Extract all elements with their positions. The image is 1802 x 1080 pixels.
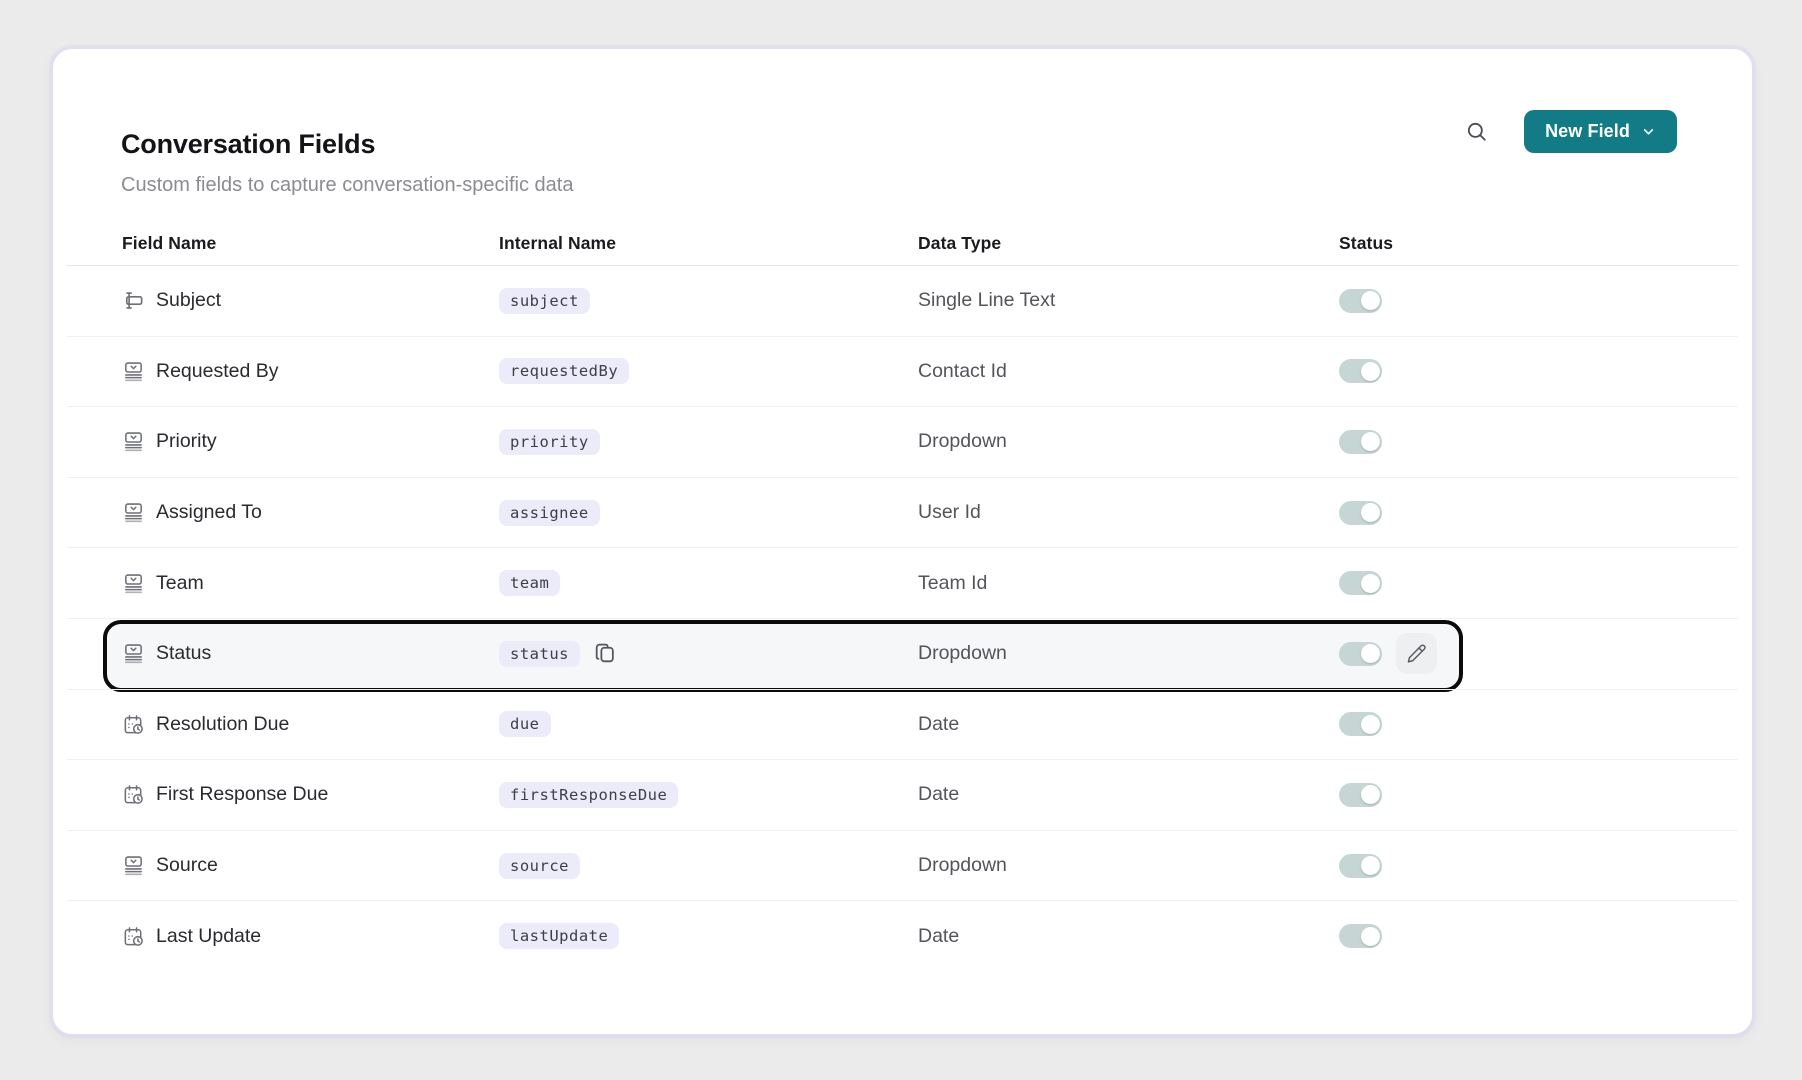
table-row-requestedBy[interactable]: Requested By requestedBy Contact Id (67, 336, 1738, 407)
table-row-assignee[interactable]: Assigned To assignee User Id (67, 477, 1738, 548)
field-name: Source (156, 854, 218, 877)
data-type: Contact Id (918, 360, 1339, 383)
data-type: Date (918, 783, 1339, 806)
field-name: Team (156, 572, 204, 595)
table-row-lastUpdate[interactable]: Last Update lastUpdate Date (67, 900, 1738, 971)
table-row-subject[interactable]: Subject subject Single Line Text (67, 265, 1738, 336)
internal-name-badge: due (499, 711, 551, 737)
table-row-priority[interactable]: Priority priority Dropdown (67, 406, 1738, 477)
status-toggle[interactable] (1339, 289, 1382, 313)
column-header-status: Status (1339, 233, 1738, 254)
new-field-label: New Field (1545, 121, 1630, 142)
table-row-due[interactable]: Resolution Due due Date (67, 689, 1738, 760)
data-type: Dropdown (918, 854, 1339, 877)
header-actions: New Field (1462, 109, 1677, 153)
column-header-data-type: Data Type (918, 233, 1339, 254)
data-type: Date (918, 925, 1339, 948)
internal-name-badge: assignee (499, 500, 600, 526)
edit-button[interactable] (1396, 633, 1437, 674)
field-name: Last Update (156, 925, 261, 948)
search-button[interactable] (1462, 109, 1490, 153)
toggle-knob (1361, 644, 1380, 663)
copy-icon (592, 641, 617, 666)
internal-name-badge: requestedBy (499, 358, 629, 384)
status-toggle[interactable] (1339, 501, 1382, 525)
field-name: Assigned To (156, 501, 262, 524)
title-block: Conversation Fields Custom fields to cap… (121, 129, 573, 197)
table-row-team[interactable]: Team team Team Id (67, 547, 1738, 618)
dropdown-icon (122, 854, 145, 877)
field-name: Subject (156, 289, 221, 312)
chevron-down-icon (1641, 124, 1656, 139)
page-title: Conversation Fields (121, 129, 573, 160)
internal-name-badge: lastUpdate (499, 923, 619, 949)
toggle-knob (1361, 362, 1380, 381)
field-name: Resolution Due (156, 713, 289, 736)
toggle-knob (1361, 715, 1380, 734)
status-toggle[interactable] (1339, 854, 1382, 878)
table-row-firstResponseDue[interactable]: First Response Due firstResponseDue Date (67, 759, 1738, 830)
toggle-knob (1361, 574, 1380, 593)
field-name: Requested By (156, 360, 279, 383)
internal-name-badge: subject (499, 288, 590, 314)
data-type: Single Line Text (918, 289, 1339, 312)
conversation-fields-card: Conversation Fields Custom fields to cap… (52, 48, 1753, 1035)
toggle-knob (1361, 291, 1380, 310)
status-toggle[interactable] (1339, 571, 1382, 595)
search-icon (1465, 120, 1488, 143)
status-toggle[interactable] (1339, 783, 1382, 807)
calendar-clock-icon (122, 713, 145, 736)
text-input-icon (122, 289, 145, 312)
field-name: Status (156, 642, 211, 665)
toggle-knob (1361, 503, 1380, 522)
toggle-knob (1361, 927, 1380, 946)
table-row-source[interactable]: Source source Dropdown (67, 830, 1738, 901)
status-toggle[interactable] (1339, 642, 1382, 666)
column-header-field-name: Field Name (122, 233, 499, 254)
table-body: Subject subject Single Line Text (67, 265, 1738, 971)
internal-name-badge: priority (499, 429, 600, 455)
internal-name-badge: team (499, 570, 560, 596)
data-type: Dropdown (918, 642, 1339, 665)
internal-name-badge: firstResponseDue (499, 782, 678, 808)
data-type: Dropdown (918, 430, 1339, 453)
dropdown-icon (122, 360, 145, 383)
status-toggle[interactable] (1339, 924, 1382, 948)
new-field-button[interactable]: New Field (1524, 110, 1677, 153)
column-header-internal-name: Internal Name (499, 233, 918, 254)
status-toggle[interactable] (1339, 712, 1382, 736)
status-toggle[interactable] (1339, 430, 1382, 454)
calendar-clock-icon (122, 783, 145, 806)
data-type: Team Id (918, 572, 1339, 595)
toggle-knob (1361, 785, 1380, 804)
calendar-clock-icon (122, 925, 145, 948)
fields-table: Field Name Internal Name Data Type Statu… (67, 221, 1738, 971)
toggle-knob (1361, 856, 1380, 875)
field-name: Priority (156, 430, 217, 453)
card-header: Conversation Fields Custom fields to cap… (53, 49, 1752, 197)
data-type: Date (918, 713, 1339, 736)
pencil-icon (1406, 643, 1427, 664)
internal-name-badge: status (499, 641, 580, 667)
internal-name-badge: source (499, 853, 580, 879)
dropdown-icon (122, 642, 145, 665)
page-subtitle: Custom fields to capture conversation-sp… (121, 174, 573, 197)
dropdown-icon (122, 572, 145, 595)
field-name: First Response Due (156, 783, 328, 806)
dropdown-icon (122, 430, 145, 453)
table-row-status[interactable]: Status status Dropdown (67, 618, 1738, 689)
toggle-knob (1361, 432, 1380, 451)
dropdown-icon (122, 501, 145, 524)
status-toggle[interactable] (1339, 359, 1382, 383)
data-type: User Id (918, 501, 1339, 524)
table-header-row: Field Name Internal Name Data Type Statu… (67, 221, 1738, 265)
copy-button[interactable] (592, 641, 617, 666)
